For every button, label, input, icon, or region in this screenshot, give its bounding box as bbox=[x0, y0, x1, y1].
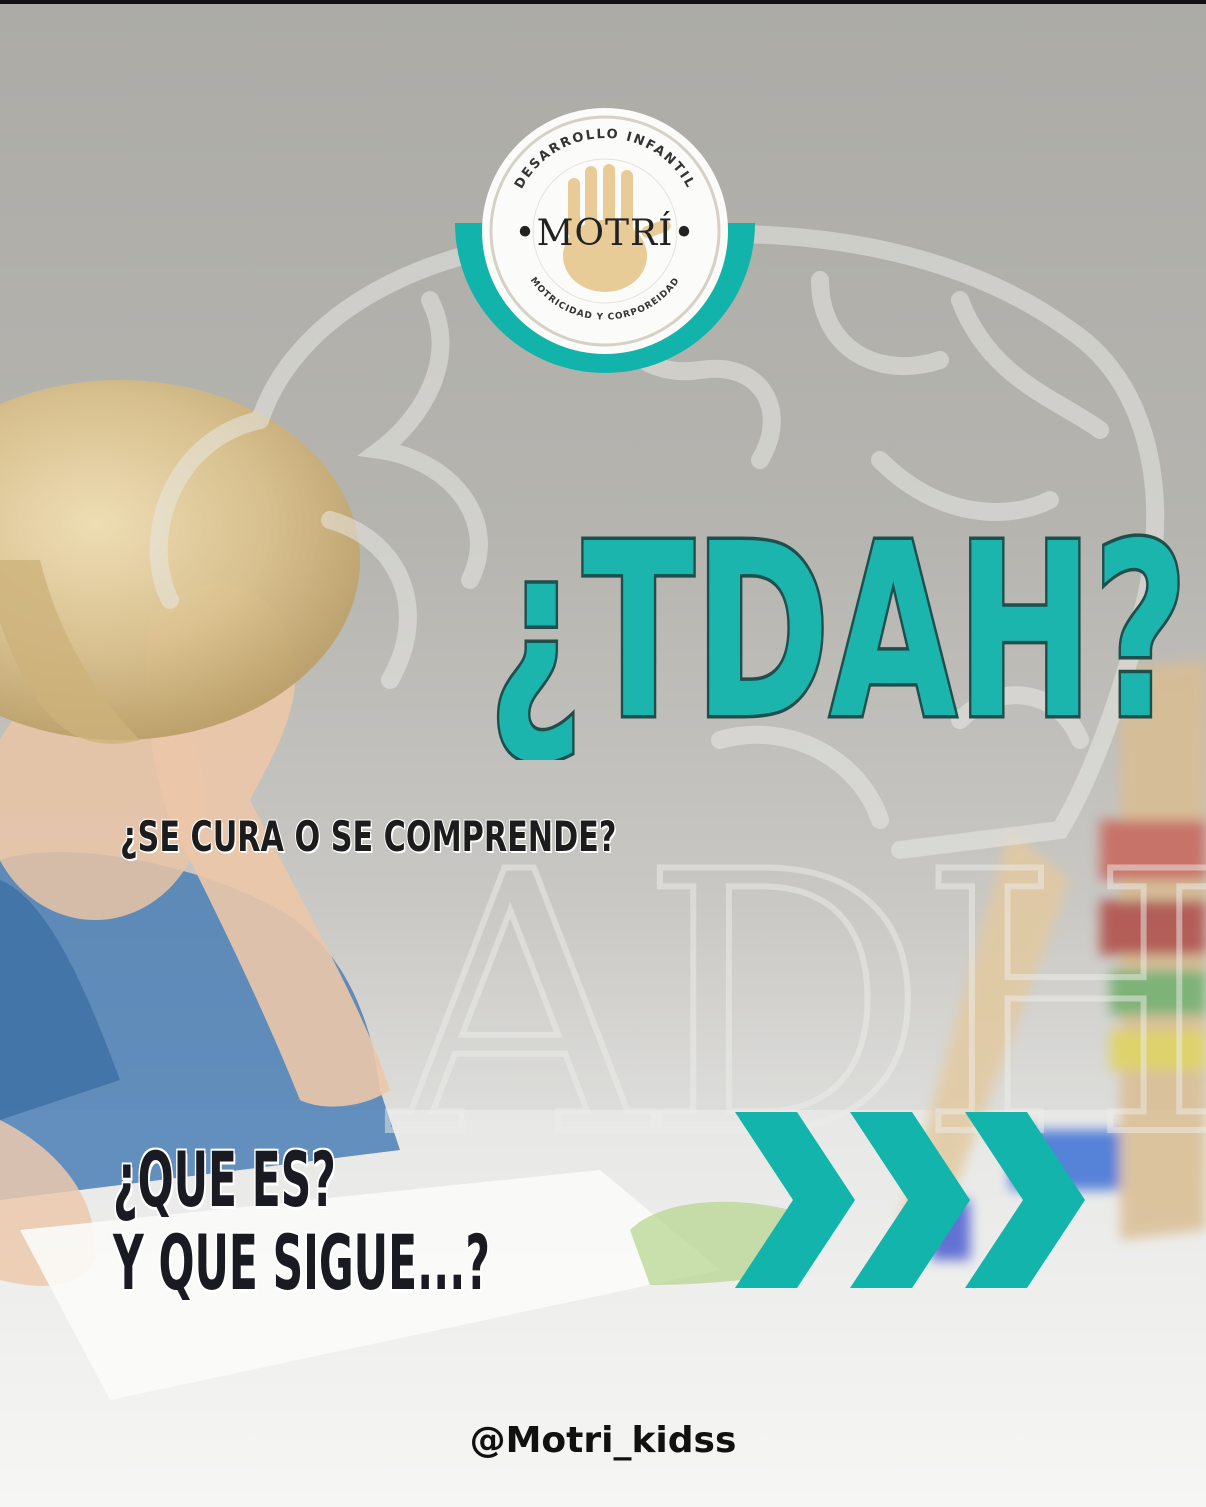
motri-logo: DESARROLLO INFANTIL MOTRICIDAD Y CORPORE… bbox=[455, 108, 755, 388]
top-border bbox=[0, 0, 1206, 4]
triple-chevron-right-icon bbox=[735, 1112, 1085, 1288]
logo-brand-name: •MOTRÍ• bbox=[514, 213, 696, 254]
question-line-1: ¿QUE ES? bbox=[113, 1135, 336, 1224]
headline-title: ¿TDAH? bbox=[485, 490, 1192, 760]
headline-subtitle: ¿SE CURA O SE COMPRENDE? bbox=[120, 812, 617, 861]
post-canvas: ADHD DESARROLLO INFANTI bbox=[0, 0, 1206, 1507]
question-line-2: Y QUE SIGUE...? bbox=[113, 1218, 490, 1307]
title-text: ¿TDAH? bbox=[488, 492, 1188, 760]
social-handle: @Motri_kidss bbox=[469, 1420, 737, 1461]
